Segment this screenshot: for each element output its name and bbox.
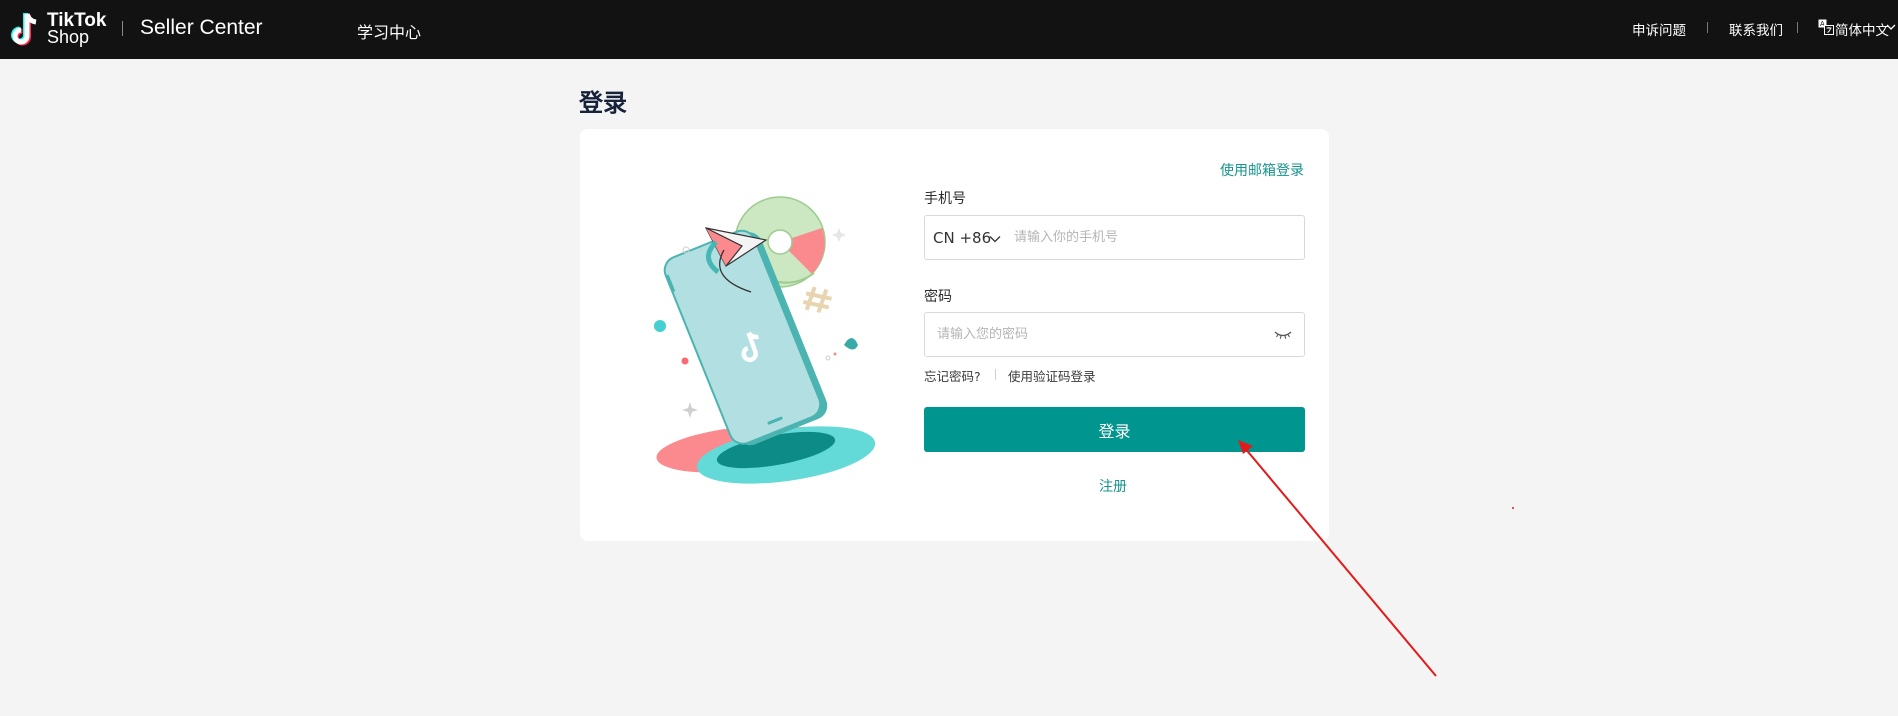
product-name: Seller Center bbox=[140, 16, 263, 39]
language-selector[interactable]: 简体中文 bbox=[1835, 19, 1889, 39]
page-title: 登录 bbox=[579, 89, 627, 117]
country-code-select[interactable]: CN +86 bbox=[933, 229, 991, 247]
header-divider bbox=[122, 21, 123, 36]
header-separator bbox=[1797, 22, 1798, 33]
code-login-link[interactable]: 使用验证码登录 bbox=[1008, 366, 1096, 385]
appeal-link[interactable]: 申诉问题 bbox=[1632, 19, 1686, 39]
email-login-link[interactable]: 使用邮箱登录 bbox=[1220, 160, 1304, 180]
register-link[interactable]: 注册 bbox=[1099, 476, 1127, 496]
nav-learning-center[interactable]: 学习中心 bbox=[357, 19, 421, 43]
login-button[interactable]: 登录 bbox=[924, 407, 1305, 452]
link-separator bbox=[995, 369, 996, 380]
tiktok-note-icon bbox=[11, 13, 37, 46]
top-navigation-bar: TikTok Shop Seller Center 学习中心 申诉问题 联系我们… bbox=[0, 0, 1898, 59]
phone-label: 手机号 bbox=[924, 191, 966, 207]
forgot-password-link[interactable]: 忘记密码? bbox=[924, 366, 981, 385]
logo-line-shop: Shop bbox=[47, 27, 90, 47]
chevron-down-icon[interactable] bbox=[1886, 23, 1896, 31]
password-input[interactable] bbox=[937, 313, 1267, 356]
password-field bbox=[924, 312, 1305, 357]
password-label: 密码 bbox=[924, 289, 952, 305]
header-separator bbox=[1707, 22, 1708, 33]
phone-illustration bbox=[654, 196, 876, 484]
chevron-down-icon[interactable] bbox=[989, 235, 1001, 243]
phone-field: CN +86 bbox=[924, 215, 1305, 260]
contact-us-link[interactable]: 联系我们 bbox=[1729, 19, 1783, 39]
tiktok-shop-logo[interactable]: TikTok Shop bbox=[9, 11, 109, 49]
phone-input[interactable] bbox=[1014, 216, 1294, 259]
eye-closed-icon[interactable] bbox=[1274, 329, 1292, 341]
translate-icon[interactable]: A bbox=[1818, 19, 1834, 35]
